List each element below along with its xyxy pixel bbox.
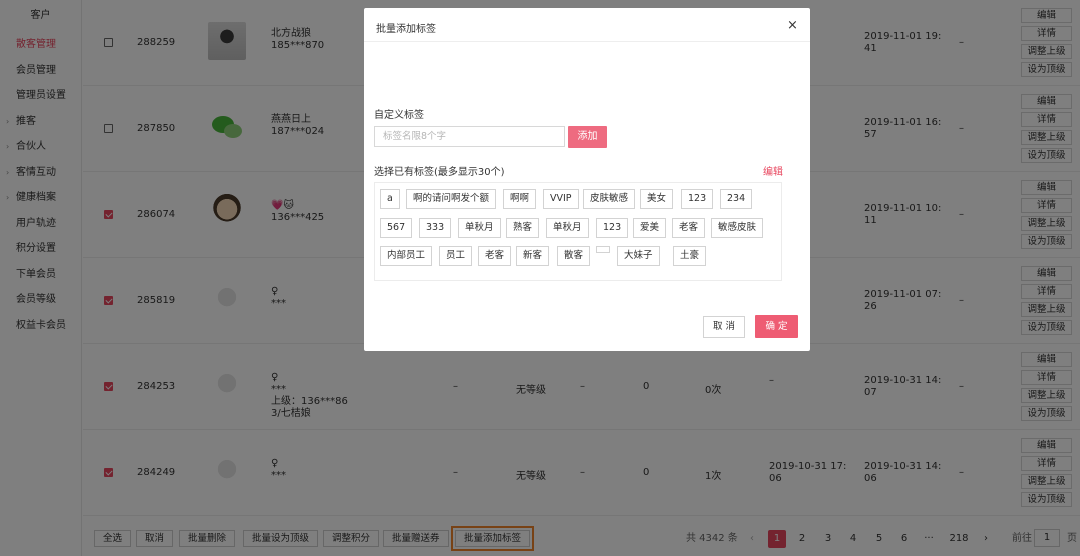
batch-add-tag-dialog: 批量添加标签 × 自定义标签 添加 选择已有标签(最多显示30个) 编辑 a 啊的… — [364, 8, 810, 351]
tag-option[interactable]: 爱美 — [633, 218, 667, 238]
tag-option[interactable]: 老客 — [478, 246, 512, 266]
tag-option[interactable]: 美女 — [640, 189, 674, 209]
tag-option[interactable]: 皮肤敏感 — [583, 189, 636, 209]
tag-option[interactable]: 大妹子 — [617, 246, 660, 266]
tag-option[interactable]: 567 — [380, 218, 413, 238]
existing-tags-label: 选择已有标签(最多显示30个) — [374, 167, 505, 178]
tag-option[interactable]: 单秋月 — [458, 218, 501, 238]
tag-option[interactable]: VVIP — [543, 189, 579, 209]
tag-option[interactable]: a — [380, 189, 400, 209]
tag-option[interactable]: 123 — [596, 218, 629, 238]
close-icon[interactable]: × — [787, 18, 798, 33]
tag-option[interactable]: 单秋月 — [546, 218, 589, 238]
tag-option[interactable]: 新客 — [516, 246, 550, 266]
cancel-button[interactable]: 取 消 — [703, 316, 745, 338]
tag-option[interactable]: 234 — [720, 189, 753, 209]
tag-option[interactable] — [596, 246, 610, 253]
tag-option[interactable]: 老客 — [672, 218, 706, 238]
tag-option[interactable]: 333 — [419, 218, 452, 238]
tag-option[interactable]: 内部员工 — [380, 246, 433, 266]
tag-name-input[interactable] — [374, 126, 565, 147]
tag-option[interactable]: 散客 — [557, 246, 591, 266]
confirm-button[interactable]: 确 定 — [755, 315, 798, 338]
tag-option[interactable]: 123 — [681, 189, 714, 209]
tag-option[interactable]: 敏感皮肤 — [711, 218, 764, 238]
tag-option[interactable]: 员工 — [439, 246, 473, 266]
tag-option[interactable]: 土豪 — [673, 246, 707, 266]
tag-option[interactable]: 啊啊 — [503, 189, 537, 209]
add-tag-button[interactable]: 添加 — [568, 126, 607, 148]
tag-option[interactable]: 熟客 — [506, 218, 540, 238]
custom-tag-label: 自定义标签 — [374, 110, 424, 121]
tag-list: a 啊的请问啊发个额 啊啊 VVIP 皮肤敏感 美女 123 234 567 333 单秋月 熟客 单秋… — [374, 182, 782, 281]
edit-tags-link[interactable]: 编辑 — [763, 163, 783, 178]
dialog-title: 批量添加标签 — [376, 24, 436, 35]
tag-option[interactable]: 啊的请问啊发个额 — [406, 189, 497, 209]
dialog-divider — [364, 41, 810, 42]
